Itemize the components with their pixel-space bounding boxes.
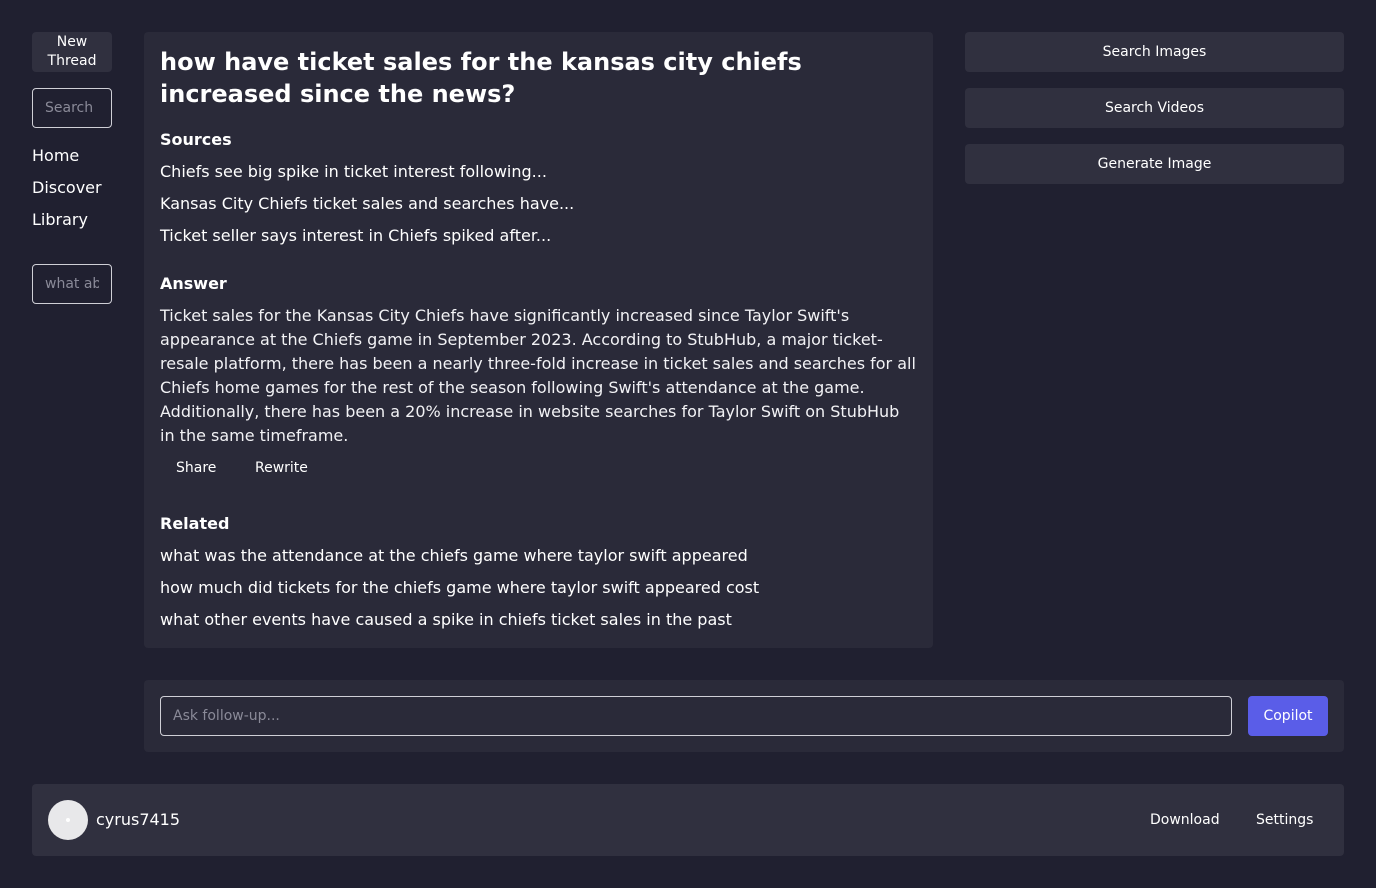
related-question[interactable]: what other events have caused a spike in… [160, 610, 732, 630]
nav-library-link[interactable]: Library [32, 210, 88, 230]
followup-input[interactable] [160, 696, 1232, 736]
share-button[interactable]: Share [160, 448, 232, 488]
username: cyrus7415 [96, 810, 181, 829]
source-link[interactable]: Ticket seller says interest in Chiefs sp… [160, 226, 551, 246]
settings-button[interactable]: Settings [1240, 800, 1329, 840]
new-thread-button[interactable]: New Thread [32, 32, 112, 72]
related-heading: Related [160, 514, 230, 533]
related-question[interactable]: what was the attendance at the chiefs ga… [160, 546, 748, 566]
nav-home-link[interactable]: Home [32, 146, 79, 166]
download-button[interactable]: Download [1134, 800, 1236, 840]
sources-heading: Sources [160, 130, 232, 149]
search-videos-button[interactable]: Search Videos [965, 88, 1344, 128]
answer-text: Ticket sales for the Kansas City Chiefs … [160, 306, 916, 445]
related-question[interactable]: how much did tickets for the chiefs game… [160, 578, 759, 598]
source-link[interactable]: Chiefs see big spike in ticket interest … [160, 162, 547, 182]
search-images-button[interactable]: Search Images [965, 32, 1344, 72]
avatar-icon [66, 818, 70, 822]
question-title: how have ticket sales for the kansas cit… [160, 48, 802, 108]
recent-thread-input[interactable] [32, 264, 112, 304]
answer-heading: Answer [160, 274, 227, 293]
generate-image-button[interactable]: Generate Image [965, 144, 1344, 184]
rewrite-button[interactable]: Rewrite [239, 448, 324, 488]
nav-discover-link[interactable]: Discover [32, 178, 102, 198]
copilot-button[interactable]: Copilot [1248, 696, 1328, 736]
sidebar-search-input[interactable] [32, 88, 112, 128]
source-link[interactable]: Kansas City Chiefs ticket sales and sear… [160, 194, 574, 214]
avatar[interactable] [48, 800, 88, 840]
